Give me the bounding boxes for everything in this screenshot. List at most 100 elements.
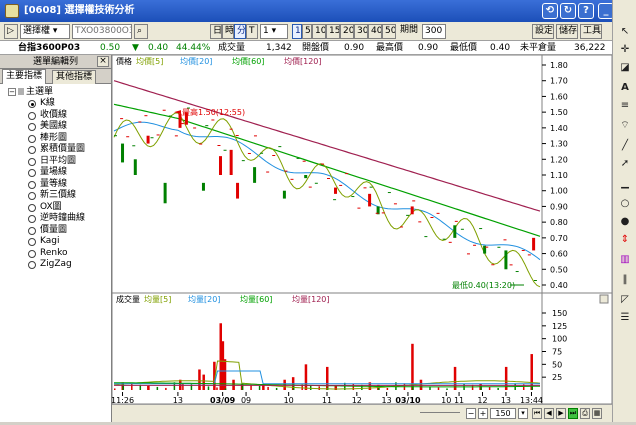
tools-button[interactable]: 工具 — [580, 24, 602, 39]
radio-icon[interactable] — [28, 215, 36, 223]
text-icon[interactable]: A — [619, 82, 631, 94]
arrow-marker-icon[interactable]: ⇕ — [619, 234, 631, 246]
play-icon[interactable]: ▷ — [4, 24, 18, 39]
tab-main-indicators[interactable]: 主要指標 — [2, 69, 47, 84]
prev-button[interactable]: ◀ — [544, 408, 554, 419]
indicator-item[interactable]: 量等線 — [4, 179, 111, 191]
indicator-item[interactable]: 收價線 — [4, 110, 111, 122]
eraser-icon[interactable]: ◪ — [619, 62, 631, 74]
next-button[interactable]: ▶ — [556, 408, 566, 419]
radio-icon[interactable] — [28, 192, 36, 200]
hline-icon[interactable]: ▁ — [619, 178, 631, 190]
circle-icon[interactable]: ○ — [619, 198, 631, 210]
indicator-item[interactable]: 新三價線 — [4, 190, 111, 202]
indicator-item[interactable]: 量場線 — [4, 167, 111, 179]
indicator-item[interactable]: 逆時鐘曲線 — [4, 213, 111, 225]
vlines-icon[interactable]: ‖ — [619, 274, 631, 286]
zoom-select-icon[interactable]: ▾ — [518, 408, 528, 419]
volume-bar-small — [309, 385, 312, 390]
price-axis-label: 1.70 — [550, 77, 568, 86]
zoom-slider[interactable] — [420, 410, 460, 413]
grid-icon[interactable]: ▥ — [619, 254, 631, 266]
lines-icon[interactable]: ≡ — [619, 100, 631, 112]
collapse-icon[interactable]: − — [8, 88, 16, 96]
radio-icon[interactable] — [28, 226, 36, 235]
period-minute[interactable]: 分 — [234, 24, 246, 39]
indicator-item[interactable]: 價量圖 — [4, 225, 111, 237]
fan-icon[interactable]: ⌔ — [619, 120, 631, 132]
indicator-item[interactable]: Renko — [4, 248, 111, 260]
dot-icon[interactable]: ● — [619, 216, 631, 228]
volume-bar-small — [420, 385, 423, 390]
volume-bar-small — [267, 386, 269, 390]
radio-icon[interactable] — [28, 146, 36, 154]
indicator-item[interactable]: K線 — [4, 98, 111, 110]
indicator-item[interactable]: 累積價量圖 — [4, 144, 111, 156]
down-arrow-icon: ▼ — [132, 43, 139, 53]
sync-icon[interactable]: ⟲ — [542, 3, 558, 19]
fib-icon[interactable]: ☰ — [619, 312, 631, 324]
first-button[interactable]: ⏮ — [532, 408, 542, 419]
indicator-item[interactable]: Kagi — [4, 236, 111, 248]
refresh-icon[interactable]: ↻ — [560, 3, 576, 19]
indicator-item[interactable]: 棒形圖 — [4, 133, 111, 145]
last-button[interactable]: ⏭ — [568, 408, 578, 419]
zoom-input[interactable]: 150 — [490, 408, 516, 419]
tree-root[interactable]: − 主選單 — [4, 86, 111, 98]
pointer-icon[interactable]: ↖ — [619, 26, 631, 38]
search-icon[interactable]: ⌕ — [134, 24, 148, 39]
close-icon[interactable]: × — [97, 56, 109, 67]
gann-icon[interactable]: ◸ — [619, 294, 631, 306]
indicator-item[interactable]: OX圖 — [4, 202, 111, 214]
volume-bar-small — [386, 387, 389, 390]
candle — [334, 187, 338, 194]
minute-50[interactable]: 50 — [382, 24, 396, 39]
zoom-out-button[interactable]: − — [466, 408, 476, 419]
period-day[interactable]: 日 — [210, 24, 222, 39]
minute-select[interactable]: 1 ▾ — [260, 24, 288, 39]
minute-10[interactable]: 10 — [312, 24, 326, 39]
panel-close-icon — [599, 294, 609, 304]
radio-icon[interactable] — [28, 249, 36, 258]
code-select[interactable]: TXO03800O3 ▾ — [72, 24, 132, 39]
save-button[interactable]: 儲存 — [556, 24, 578, 39]
product-select[interactable]: 選擇權 ▾ — [20, 24, 70, 39]
indicator-item[interactable]: 日平均圖 — [4, 156, 111, 168]
tab-other-indicators[interactable]: 其他指標 — [52, 70, 97, 84]
radio-icon[interactable] — [28, 180, 36, 189]
print-icon[interactable]: ⎙ — [580, 408, 590, 419]
radio-icon[interactable] — [28, 238, 36, 246]
settings-button[interactable]: 設定 — [532, 24, 554, 39]
ma120-line — [113, 80, 541, 212]
period-hour[interactable]: 時 — [222, 24, 234, 39]
radio-icon[interactable] — [28, 203, 36, 212]
minute-30[interactable]: 30 — [354, 24, 368, 39]
crosshair-icon[interactable]: ✛ — [619, 44, 631, 56]
cycle-input[interactable]: 300 — [422, 24, 446, 39]
minute-5[interactable]: 5 — [302, 24, 312, 39]
indicator-item[interactable]: 美國線 — [4, 121, 111, 133]
period-tick[interactable]: T — [246, 24, 258, 39]
indicator-tree: − 主選單 K線 收價線 美國線 棒形圖 累積價量圖 日平均圖 量場線 量等線 新三價線 OX圖逆… — [0, 84, 111, 271]
drawing-toolbar: ↖ ✛ ◪ A ≡ ⌔ ╱ ➚ ▁ ○ ● ⇕ ▥ ‖ ◸ ☰ — [612, 0, 636, 422]
radio-icon[interactable] — [28, 134, 36, 143]
minute-20[interactable]: 20 — [340, 24, 354, 39]
indicator-item[interactable]: ZigZag — [4, 259, 111, 271]
radio-icon[interactable] — [28, 169, 36, 177]
radio-icon[interactable] — [28, 111, 36, 120]
radio-icon[interactable] — [28, 157, 36, 166]
high-label: 最高價 — [376, 43, 404, 53]
volume-legend-ma120: 均量[120] — [292, 294, 330, 304]
minute-1[interactable]: 1 — [292, 24, 302, 39]
export-icon[interactable]: ▦ — [592, 408, 602, 419]
radio-icon[interactable] — [28, 123, 36, 131]
help-icon[interactable]: ? — [578, 3, 594, 19]
volume-bar — [411, 343, 414, 390]
minute-40[interactable]: 40 — [368, 24, 382, 39]
zoom-in-button[interactable]: + — [478, 408, 488, 419]
arrow-line-icon[interactable]: ➚ — [619, 158, 631, 170]
radio-icon[interactable] — [28, 100, 36, 108]
radio-icon[interactable] — [28, 261, 36, 269]
line-icon[interactable]: ╱ — [619, 140, 631, 152]
minute-15[interactable]: 15 — [326, 24, 340, 39]
